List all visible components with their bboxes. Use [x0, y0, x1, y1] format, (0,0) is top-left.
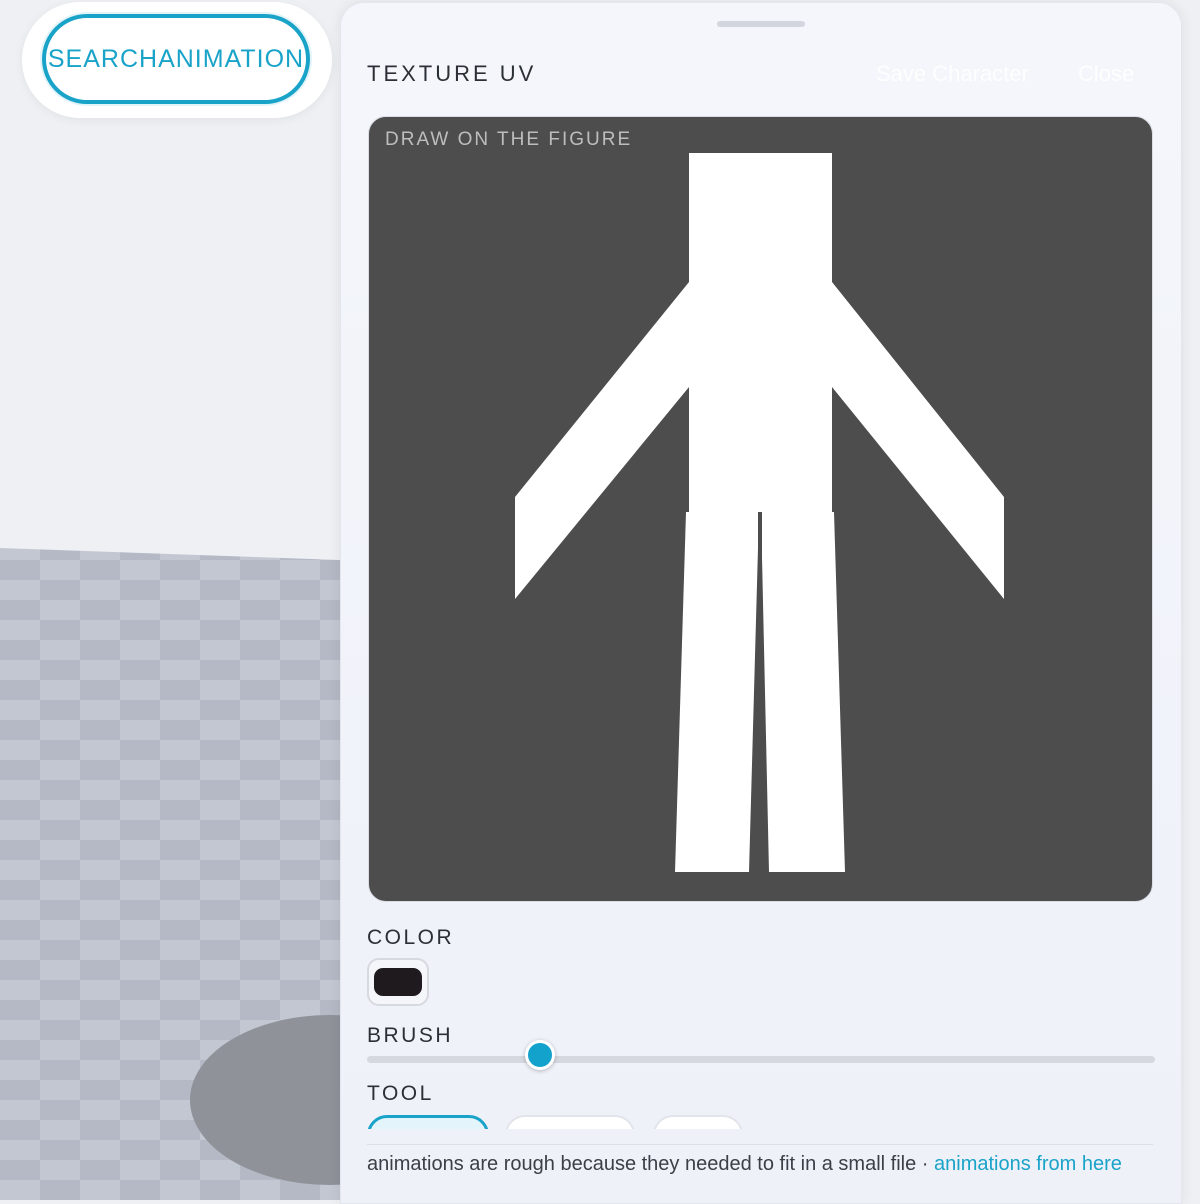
texture-uv-panel: TEXTURE UV Save Character Close DRAW ON … [340, 2, 1182, 1204]
tool-option-fill[interactable] [653, 1115, 743, 1129]
footer-divider [367, 1144, 1153, 1145]
tool-option-brush[interactable] [367, 1115, 489, 1129]
search-animation-button[interactable]: SEARCH ANIMATION [42, 14, 310, 104]
brush-size-thumb[interactable] [525, 1040, 556, 1070]
drawing-canvas[interactable]: DRAW ON THE FIGURE [368, 116, 1153, 902]
brush-size-slider[interactable] [367, 1056, 1155, 1063]
brush-label: BRUSH [367, 1024, 454, 1047]
figure-torso [689, 282, 832, 512]
footer-note: animations are rough because they needed… [367, 1153, 1122, 1176]
figure-uv-map [515, 153, 1004, 872]
tool-label: TOOL [367, 1082, 434, 1105]
figure-right-leg [761, 512, 845, 872]
color-label: COLOR [367, 926, 455, 949]
panel-title: TEXTURE UV [367, 61, 537, 86]
figure-head [689, 153, 832, 285]
figure-left-arm [515, 282, 689, 599]
footer-text: animations are rough because they needed… [367, 1153, 934, 1175]
canvas-hint: DRAW ON THE FIGURE [385, 129, 633, 150]
save-character-button[interactable]: Save Character [876, 61, 1029, 87]
close-button[interactable]: Close [1078, 61, 1134, 87]
color-swatch-fill [374, 968, 422, 996]
tool-option-eraser[interactable] [505, 1115, 635, 1129]
animations-source-link[interactable]: animations from here [934, 1153, 1122, 1175]
search-animation-container: SEARCH ANIMATION [22, 2, 332, 118]
color-picker[interactable] [367, 958, 429, 1006]
figure-left-leg [675, 512, 759, 872]
figure-right-arm [832, 282, 1004, 599]
tool-options [367, 1115, 1157, 1129]
panel-grab-handle[interactable] [717, 21, 805, 27]
